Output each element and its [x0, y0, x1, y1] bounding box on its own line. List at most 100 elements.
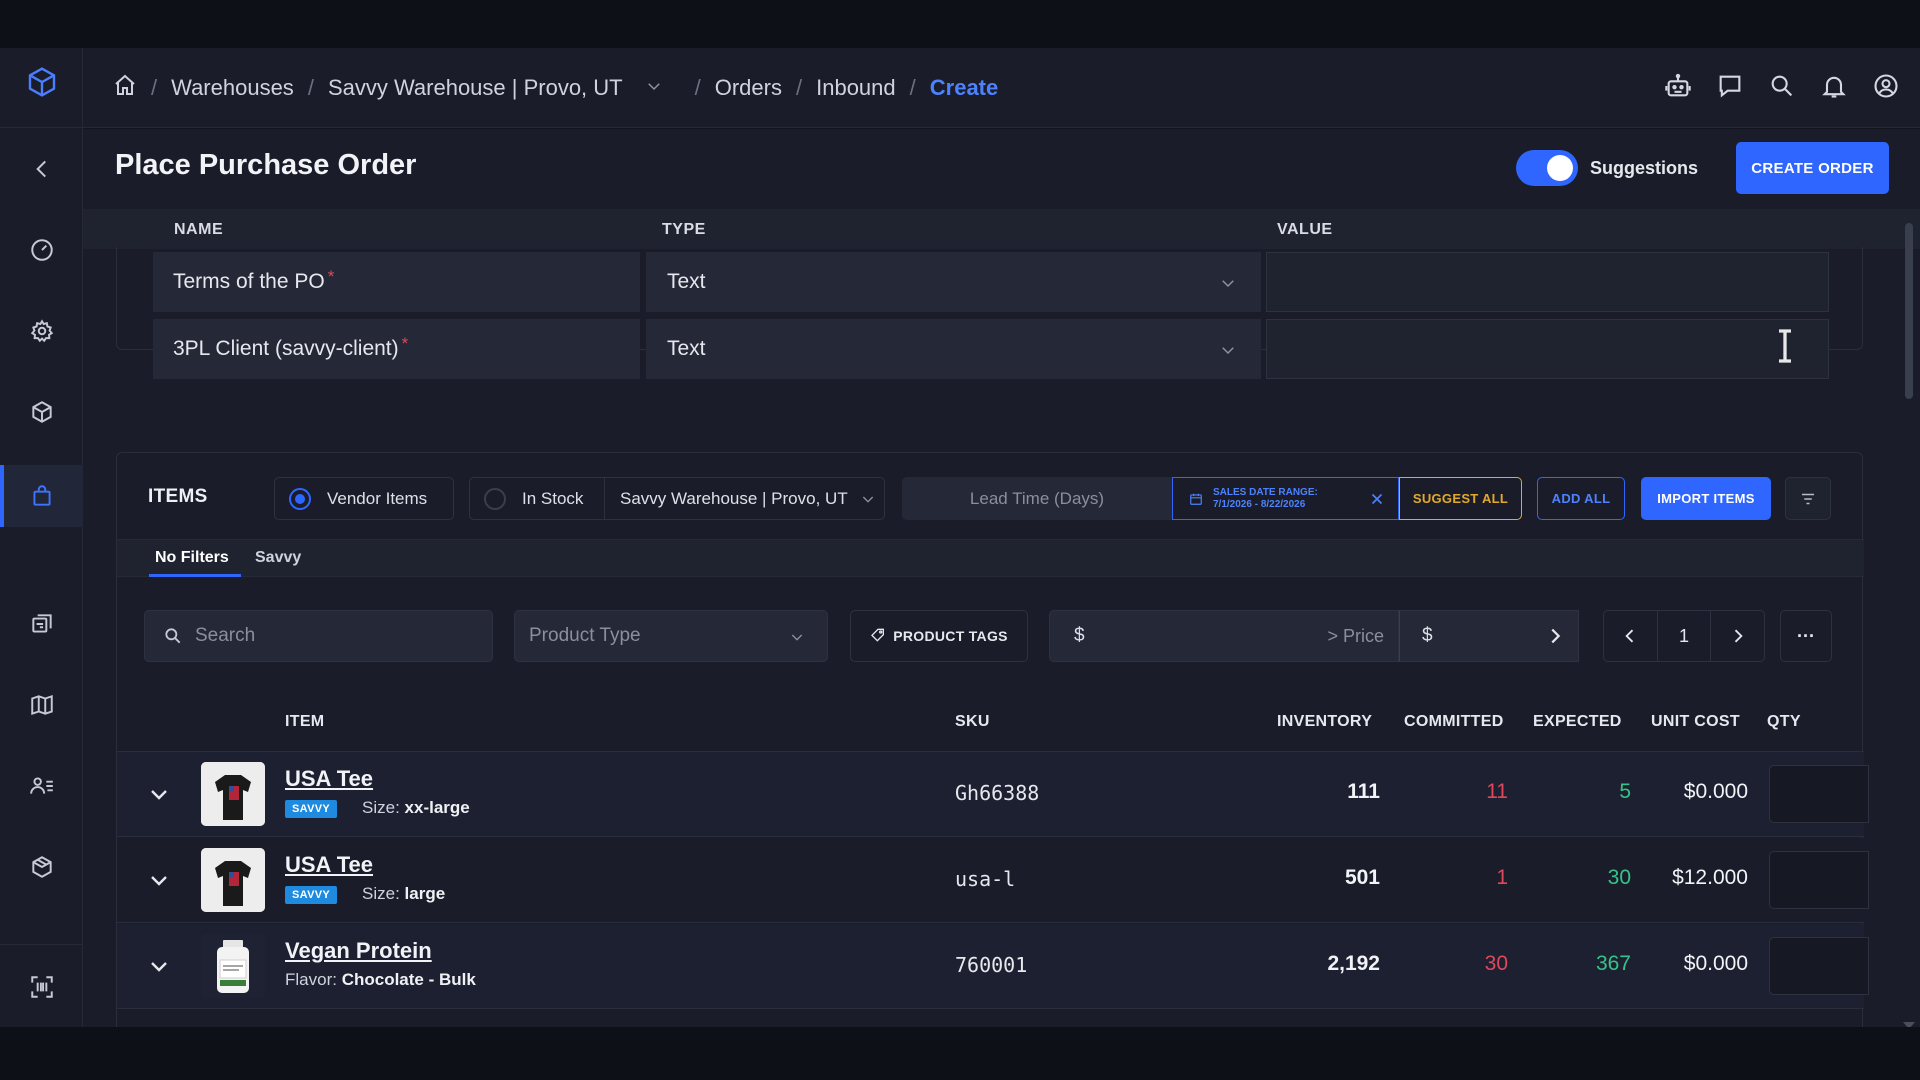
bell-icon[interactable]: [1820, 72, 1848, 105]
breadcrumb-current: Create: [929, 74, 999, 100]
products-box-icon[interactable]: [0, 384, 83, 440]
import-items-button[interactable]: IMPORT ITEMS: [1641, 477, 1771, 520]
page-number[interactable]: 1: [1656, 611, 1711, 661]
item-expected: 367: [1595, 952, 1631, 975]
variant-value: large: [404, 884, 446, 903]
orders-bag-icon[interactable]: [0, 465, 83, 527]
item-name-link[interactable]: USA Tee: [285, 766, 373, 792]
vendor-items-label: Vendor Items: [327, 488, 428, 508]
users-list-icon[interactable]: [0, 758, 83, 814]
text-cursor-icon: [1773, 328, 1797, 369]
collapse-sidebar-icon[interactable]: [0, 141, 83, 197]
sales-date-value: 7/1/2026 - 8/22/2026: [1213, 498, 1306, 510]
chevron-right-icon[interactable]: [1544, 625, 1566, 652]
expand-chevron-icon[interactable]: [147, 868, 171, 897]
variant-value: Chocolate - Bulk: [341, 970, 476, 989]
qty-input[interactable]: [1769, 765, 1869, 823]
max-price-input[interactable]: $: [1399, 610, 1579, 662]
dashboard-gauge-icon[interactable]: [0, 222, 83, 278]
chevron-down-icon: [862, 496, 873, 503]
sales-date-label: SALES DATE RANGE:: [1213, 486, 1318, 498]
item-sku: usa-l: [955, 867, 1016, 891]
search-icon[interactable]: [1768, 72, 1796, 105]
clear-date-icon[interactable]: [1368, 490, 1386, 513]
breadcrumb-separator: /: [795, 74, 803, 100]
top-header: / Warehouses / Savvy Warehouse | Provo, …: [83, 48, 1920, 128]
map-icon[interactable]: [0, 677, 83, 733]
item-inventory: 111: [1347, 780, 1380, 803]
lead-time-input[interactable]: Lead Time (Days): [902, 477, 1172, 520]
item-committed: 30: [1484, 952, 1508, 975]
suggest-all-button[interactable]: SUGGEST ALL: [1399, 477, 1522, 520]
item-expected: 5: [1619, 780, 1631, 803]
product-tags-button[interactable]: PRODUCT TAGS: [850, 610, 1028, 662]
home-icon[interactable]: [113, 73, 137, 103]
chevron-right-icon: [1734, 629, 1743, 643]
create-order-button[interactable]: CREATE ORDER: [1736, 142, 1889, 194]
sidebar-divider-bottom: [0, 944, 83, 945]
suggestions-toggle[interactable]: [1516, 150, 1578, 186]
app-logo-icon[interactable]: [0, 54, 83, 110]
window-top-strip: [0, 0, 1920, 48]
settings-gear-icon[interactable]: [0, 303, 83, 359]
product-type-select[interactable]: Product Type: [514, 610, 828, 662]
variant-label: Size:: [362, 798, 400, 817]
sales-date-range[interactable]: SALES DATE RANGE: 7/1/2026 - 8/22/2026: [1172, 477, 1399, 520]
next-page-button[interactable]: [1710, 611, 1764, 661]
table-row: Flavor: Chocolate - Bulk Vegan Protein 7…: [117, 924, 1869, 1009]
tab-savvy[interactable]: Savvy: [255, 549, 301, 567]
product-thumbnail: [201, 848, 265, 912]
radio-unselected-icon: [484, 487, 506, 510]
barcode-scan-icon[interactable]: [0, 959, 83, 1015]
calendar-icon: [1190, 493, 1202, 505]
add-all-button[interactable]: ADD ALL: [1537, 477, 1625, 520]
breadcrumb-orders[interactable]: Orders: [715, 75, 782, 101]
required-mark: *: [327, 267, 335, 286]
breadcrumb-inbound[interactable]: Inbound: [816, 75, 896, 101]
qty-input[interactable]: [1769, 937, 1869, 995]
item-committed: 1: [1496, 866, 1508, 889]
tab-no-filters[interactable]: No Filters: [155, 549, 229, 567]
chat-icon[interactable]: [1716, 72, 1744, 105]
search-icon: [165, 628, 181, 644]
item-name-link[interactable]: Vegan Protein: [285, 938, 432, 964]
item-name-link[interactable]: USA Tee: [285, 852, 373, 878]
field-type-select[interactable]: Text: [646, 252, 1261, 312]
robot-assistant-icon[interactable]: [1664, 72, 1692, 105]
filter-menu-button[interactable]: [1785, 477, 1831, 520]
filter-lines-icon: [1802, 493, 1814, 504]
more-options-button[interactable]: ···: [1780, 610, 1832, 662]
chevron-down-icon[interactable]: [623, 75, 663, 101]
suggestions-label: Suggestions: [1590, 158, 1699, 178]
qty-input[interactable]: [1769, 851, 1869, 909]
in-stock-radio[interactable]: In Stock: [469, 477, 605, 520]
search-input[interactable]: Search: [144, 610, 493, 662]
scrollbar-thumb[interactable]: [1905, 223, 1913, 399]
item-sku: 760001: [955, 953, 1028, 977]
field-value-input[interactable]: [1266, 319, 1829, 379]
transfers-icon[interactable]: [0, 596, 83, 652]
radio-selected-icon: [289, 487, 311, 510]
currency-symbol: $: [1074, 625, 1085, 646]
warehouse-select[interactable]: Savvy Warehouse | Provo, UT: [605, 477, 885, 520]
breadcrumb-warehouses[interactable]: Warehouses: [171, 75, 294, 101]
inventory-box-icon[interactable]: [0, 839, 83, 895]
client-tag-badge: SAVVY: [285, 800, 337, 818]
item-unit-cost: $0.000: [1683, 952, 1748, 975]
field-type-select[interactable]: Text: [646, 319, 1261, 379]
page-scrollbar[interactable]: [1903, 219, 1915, 1027]
item-inventory: 2,192: [1327, 952, 1380, 975]
items-panel: ITEMS Vendor Items In Stock Savvy Wareho…: [116, 452, 1869, 1027]
expand-chevron-icon[interactable]: [147, 782, 171, 811]
field-value-input[interactable]: [1266, 252, 1829, 312]
column-expected-header: EXPECTED: [1533, 713, 1622, 730]
item-committed: 11: [1486, 780, 1508, 803]
variant-label: Size:: [362, 884, 400, 903]
vendor-items-radio[interactable]: Vendor Items: [274, 477, 454, 520]
breadcrumb-warehouse-name[interactable]: Savvy Warehouse | Provo, UT: [328, 75, 623, 101]
expand-chevron-icon[interactable]: [147, 954, 171, 983]
field-type-value: Text: [667, 337, 706, 360]
prev-page-button[interactable]: [1604, 611, 1657, 661]
user-account-icon[interactable]: [1872, 72, 1900, 105]
min-price-input[interactable]: $ > Price: [1049, 610, 1399, 662]
